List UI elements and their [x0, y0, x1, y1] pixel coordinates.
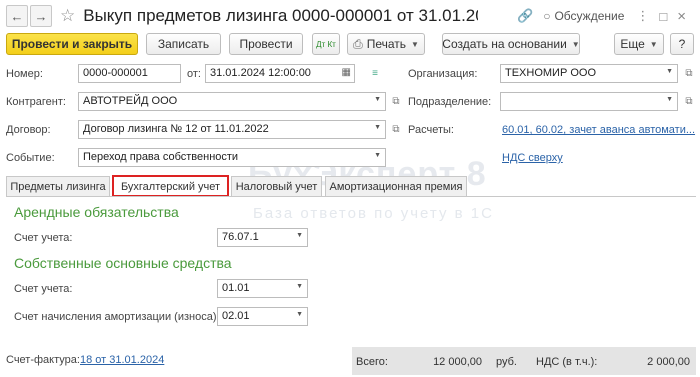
- more-button[interactable]: Еще ▼: [614, 33, 664, 55]
- lease-account-value: 76.07.1: [222, 231, 259, 243]
- discussion-label: Обсуждение: [554, 9, 625, 23]
- settlements-label: Расчеты:: [408, 124, 454, 136]
- settlements-link[interactable]: 60.01, 60.02, зачет аванса автомати...: [502, 124, 695, 136]
- dtkt-button[interactable]: Дт Кт: [312, 33, 340, 55]
- open-subdivision-icon[interactable]: ⧉: [682, 94, 696, 108]
- chevron-down-icon[interactable]: ▼: [374, 152, 381, 159]
- vat-label: НДС (в т.ч.):: [536, 356, 598, 368]
- date-field[interactable]: 31.01.2024 12:00:00 ▦: [205, 64, 355, 83]
- document-status-icon: ≡: [372, 67, 378, 79]
- total-value: 12 000,00: [433, 356, 482, 368]
- event-value: Переход права собственности: [83, 151, 239, 163]
- event-field[interactable]: Переход права собственности ▼: [78, 148, 386, 167]
- subdivision-label: Подразделение:: [408, 96, 492, 108]
- invoice-link[interactable]: 18 от 31.01.2024: [80, 354, 164, 366]
- organization-field[interactable]: ТЕХНОМИР ООО ▼: [500, 64, 678, 83]
- lease-account-field[interactable]: 76.07.1 ▼: [217, 228, 308, 247]
- lease-account-label: Счет учета:: [14, 232, 73, 244]
- window-title: Выкуп предметов лизинга 0000-000001 от 3…: [83, 6, 478, 25]
- contract-label: Договор:: [6, 124, 51, 136]
- chat-icon: ○: [543, 9, 551, 23]
- organization-label: Организация:: [408, 68, 478, 80]
- save-button[interactable]: Записать: [146, 33, 221, 55]
- maximize-icon[interactable]: □: [659, 9, 667, 24]
- vat-link[interactable]: НДС сверху: [502, 152, 563, 164]
- invoice-label: Счет-фактура:: [6, 354, 80, 366]
- post-button[interactable]: Провести: [229, 33, 303, 55]
- fixed-assets-heading: Собственные основные средства: [14, 255, 232, 271]
- chevron-down-icon[interactable]: ▼: [296, 311, 303, 318]
- forward-button[interactable]: →: [30, 5, 52, 27]
- arrow-left-icon: ←: [10, 8, 24, 24]
- help-button[interactable]: ?: [670, 33, 694, 55]
- star-icon[interactable]: ☆: [60, 6, 75, 26]
- counterparty-field[interactable]: АВТОТРЕЙД ООО ▼: [78, 92, 386, 111]
- discussion-button[interactable]: ○ Обсуждение: [543, 9, 624, 23]
- open-counterparty-icon[interactable]: ⧉: [389, 94, 403, 108]
- create-based-label: Создать на основании: [442, 37, 567, 51]
- currency-label: руб.: [496, 356, 517, 368]
- link-icon[interactable]: 🔗: [517, 8, 533, 24]
- tab-depreciation-bonus[interactable]: Амортизационная премия: [325, 176, 467, 196]
- total-label: Всего:: [356, 356, 388, 368]
- close-icon[interactable]: ×: [677, 8, 686, 25]
- counterparty-label: Контрагент:: [6, 96, 66, 108]
- open-organization-icon[interactable]: ⧉: [682, 66, 696, 80]
- date-label: от:: [187, 68, 201, 80]
- print-button[interactable]: ⎙ Печать ▼: [347, 33, 425, 55]
- create-based-on-button[interactable]: Создать на основании ▼: [442, 33, 580, 55]
- chevron-down-icon[interactable]: ▼: [296, 232, 303, 239]
- contract-field[interactable]: Договор лизинга № 12 от 11.01.2022 ▼: [78, 120, 386, 139]
- tab-accounting[interactable]: Бухгалтерский учет: [112, 175, 229, 197]
- more-label: Еще: [620, 37, 645, 51]
- tab-lease-items[interactable]: Предметы лизинга: [6, 176, 110, 196]
- footer: Счет-фактура: 18 от 31.01.2024 Всего: 12…: [0, 345, 700, 375]
- arrow-right-icon: →: [34, 8, 48, 24]
- command-bar: Провести и закрыть Записать Провести Дт …: [0, 32, 700, 58]
- depreciation-account-value: 02.01: [222, 310, 250, 322]
- chevron-down-icon[interactable]: ▼: [374, 124, 381, 131]
- number-label: Номер:: [6, 68, 43, 80]
- organization-value: ТЕХНОМИР ООО: [505, 67, 597, 79]
- printer-icon: ⎙: [353, 36, 363, 51]
- calendar-icon[interactable]: ▦: [342, 67, 351, 78]
- subdivision-field[interactable]: ▼: [500, 92, 678, 111]
- depreciation-account-label: Счет начисления амортизации (износа):: [14, 311, 220, 323]
- depreciation-account-field[interactable]: 02.01 ▼: [217, 307, 308, 326]
- post-and-close-button[interactable]: Провести и закрыть: [6, 33, 138, 55]
- asset-account-label: Счет учета:: [14, 283, 73, 295]
- chevron-down-icon[interactable]: ▼: [374, 96, 381, 103]
- vat-value: 2 000,00: [647, 356, 690, 368]
- chevron-down-icon[interactable]: ▼: [296, 283, 303, 290]
- chevron-down-icon: ▼: [411, 39, 419, 49]
- back-button[interactable]: ←: [6, 5, 28, 27]
- event-label: Событие:: [6, 152, 55, 164]
- chevron-down-icon: ▼: [649, 39, 658, 49]
- open-contract-icon[interactable]: ⧉: [389, 122, 403, 136]
- chevron-down-icon[interactable]: ▼: [666, 68, 673, 75]
- asset-account-field[interactable]: 01.01 ▼: [217, 279, 308, 298]
- chevron-down-icon[interactable]: ▼: [666, 96, 673, 103]
- tab-tax-accounting[interactable]: Налоговый учет: [231, 176, 322, 196]
- contract-value: Договор лизинга № 12 от 11.01.2022: [83, 123, 269, 135]
- counterparty-value: АВТОТРЕЙД ООО: [83, 95, 178, 107]
- more-vertical-icon[interactable]: ⋮: [636, 8, 649, 24]
- lease-obligations-heading: Арендные обязательства: [14, 204, 179, 220]
- totals-panel: Всего: 12 000,00 руб. НДС (в т.ч.): 2 00…: [352, 347, 696, 375]
- number-field[interactable]: 0000-000001: [78, 64, 181, 83]
- asset-account-value: 01.01: [222, 282, 250, 294]
- chevron-down-icon: ▼: [571, 39, 580, 49]
- print-label: Печать: [366, 37, 406, 51]
- title-bar: ← → ☆ Выкуп предметов лизинга 0000-00000…: [0, 0, 700, 32]
- date-value: 31.01.2024 12:00:00: [210, 67, 311, 79]
